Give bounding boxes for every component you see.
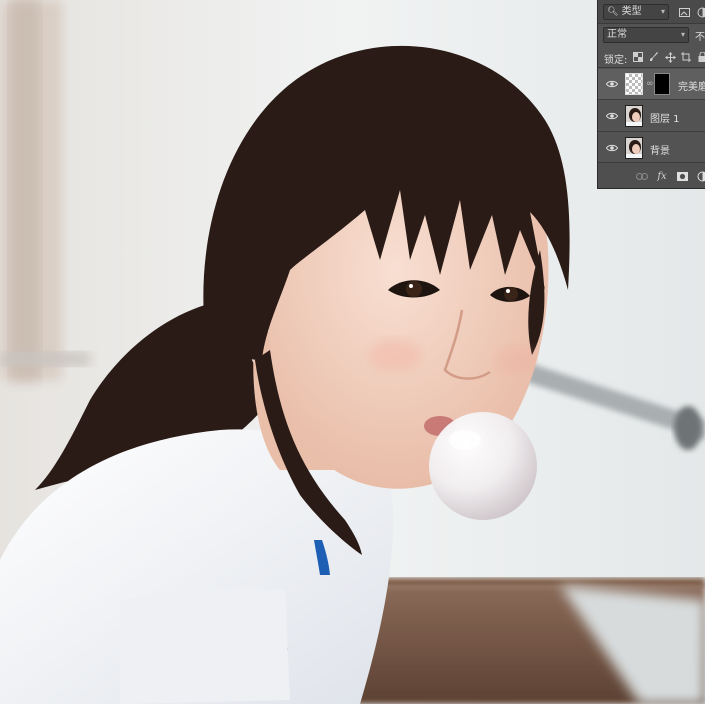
pixel-filter-icon[interactable]: [678, 6, 690, 18]
layer-name[interactable]: 图层 1: [650, 110, 680, 125]
layers-footer: fx: [598, 162, 705, 188]
lock-transparent-icon[interactable]: [632, 51, 644, 63]
search-icon: 🔍︎: [607, 7, 619, 17]
layer-row[interactable]: 图层 1: [598, 101, 705, 132]
layers-panel: 🔍︎ 类型 ▾ 正常 ▾ 不 锁定: ∞ 完美磨 图层 1 背景 fx: [597, 0, 705, 189]
layer-name[interactable]: 完美磨: [678, 78, 705, 93]
lock-all-icon[interactable]: [696, 51, 705, 63]
eye-icon[interactable]: [606, 143, 618, 153]
layer-thumbnail: [625, 137, 643, 159]
blend-mode-value: 正常: [607, 29, 627, 40]
layer-row[interactable]: 背景: [598, 133, 705, 164]
layer-filter-dropdown[interactable]: 🔍︎ 类型 ▾: [603, 4, 669, 20]
layer-thumbnail: [625, 105, 643, 127]
opacity-label: 不: [695, 32, 705, 43]
layer-mask-thumbnail[interactable]: [654, 73, 670, 95]
lock-label: 锁定:: [604, 55, 628, 66]
eye-icon[interactable]: [606, 79, 618, 89]
adjustment-filter-icon[interactable]: [696, 6, 705, 18]
layer-thumbnail: [625, 73, 643, 95]
lock-row: 锁定:: [598, 46, 705, 68]
layer-filter-value: 类型: [621, 6, 642, 17]
adjustment-icon[interactable]: [696, 170, 705, 182]
chevron-down-icon: ▾: [660, 7, 665, 16]
blend-row: 正常 ▾ 不: [598, 24, 705, 46]
lock-position-move-icon[interactable]: [664, 51, 676, 63]
blend-mode-dropdown[interactable]: 正常 ▾: [603, 27, 689, 43]
chevron-down-icon: ▾: [680, 30, 685, 39]
link-icon[interactable]: ∞: [646, 79, 654, 89]
fx-icon[interactable]: fx: [656, 170, 668, 182]
mask-icon[interactable]: [676, 170, 688, 182]
lock-artboard-icon[interactable]: [680, 51, 692, 63]
layer-name[interactable]: 背景: [650, 142, 670, 157]
lock-image-brush-icon[interactable]: [648, 51, 660, 63]
layer-filter-row: 🔍︎ 类型 ▾: [598, 0, 705, 24]
eye-icon[interactable]: [606, 111, 618, 121]
link-icon[interactable]: [636, 170, 648, 182]
layer-row[interactable]: ∞ 完美磨: [598, 69, 705, 100]
